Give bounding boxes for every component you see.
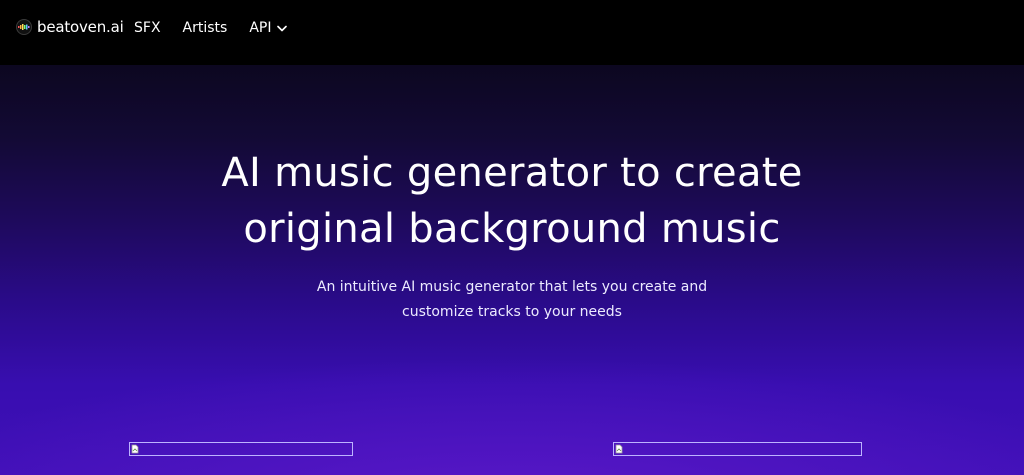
nav-link-artists[interactable]: Artists: [183, 20, 228, 36]
nav-link-label: API: [249, 20, 272, 36]
hero-subtitle: An intuitive AI music generator that let…: [312, 275, 712, 325]
hero-section: AI music generator to create original ba…: [0, 65, 1024, 475]
beatoven-logo-icon: [16, 19, 32, 35]
nav-link-label: Artists: [182, 20, 228, 36]
nav-link-sfx[interactable]: SFX: [134, 20, 161, 36]
hero-title: AI music generator to create original ba…: [0, 145, 1024, 257]
navbar: beatoven.ai SFX Artists API: [0, 0, 1024, 65]
broken-image-icon: [131, 444, 139, 454]
hero-subtitle-line-2: customize tracks to your needs: [402, 304, 622, 320]
nav-link-label: SFX: [134, 20, 161, 36]
hero-title-line-2: original background music: [243, 206, 781, 252]
logo-text: beatoven.ai: [37, 18, 124, 36]
hero-title-line-1: AI music generator to create: [221, 150, 803, 196]
logo-link[interactable]: beatoven.ai: [16, 18, 124, 36]
hero-subtitle-line-1: An intuitive AI music generator that let…: [316, 279, 708, 295]
nav-link-api[interactable]: API: [249, 20, 288, 36]
broken-image-icon: [615, 444, 623, 454]
main-nav: SFX Artists API: [134, 20, 288, 36]
hero-image-right: [613, 442, 862, 456]
hero-image-left: [129, 442, 353, 456]
chevron-down-icon: [277, 20, 288, 36]
